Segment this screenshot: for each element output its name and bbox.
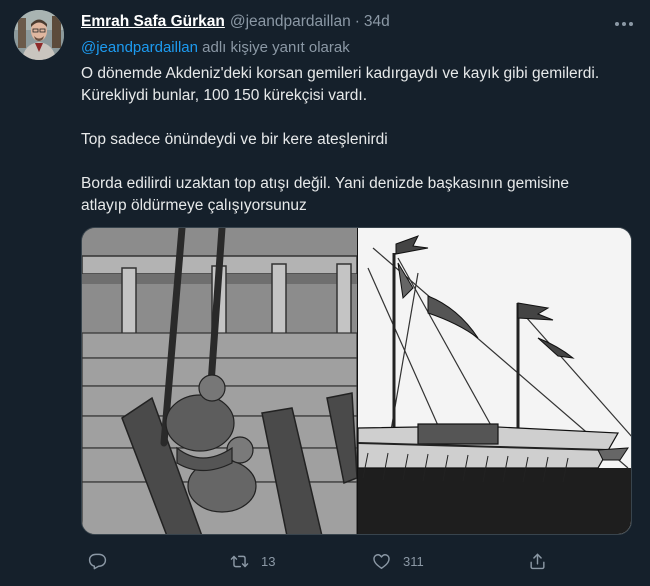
galley-rowers-image[interactable] [82,228,358,534]
more-dot-icon [615,22,619,26]
tweet-text-line: O dönemde Akdeniz'deki korsan gemileri k… [81,65,600,82]
tweet-text-line: Top sadece önündeydi ve bir kere ateşlen… [81,131,388,148]
tweet-header: Emrah Safa Gürkan @jeandpardaillan · 34d [81,13,390,33]
avatar[interactable] [14,10,64,60]
more-options-button[interactable] [612,14,636,34]
tweet-card[interactable]: Emrah Safa Gürkan @jeandpardaillan · 34d… [0,0,650,586]
author-handle[interactable]: @jeandpardaillan [230,13,351,31]
retweet-count: 13 [261,554,276,569]
reply-context-label: adlı kişiye yanıt olarak [202,39,350,56]
heart-icon [373,554,390,569]
galley-ship-image[interactable] [357,228,631,534]
galley-rowers-illustration-icon [82,228,358,534]
header-separator: · [354,13,360,30]
retweet-button[interactable]: 13 [230,552,275,571]
author-name[interactable]: Emrah Safa Gürkan [81,13,225,31]
share-button[interactable] [528,552,547,571]
like-button[interactable]: 311 [372,552,424,571]
tweet-timestamp[interactable]: 34d [364,13,390,31]
reply-button[interactable] [88,552,119,571]
tweet-text-line: atlayıp öldürmeye çalışıyorsunuz [81,197,307,214]
reply-mention-link[interactable]: @jeandpardaillan [81,39,198,56]
more-dot-icon [622,22,626,26]
tweet-text-line: Kürekliydi bunlar, 100 150 kürekçisi var… [81,87,368,104]
galley-ship-illustration-icon [357,228,631,534]
tweet-text-line: Borda edilirdi uzaktan top atışı değil. … [81,175,569,192]
user-avatar-icon [14,10,64,60]
like-count: 311 [403,554,424,569]
tweet-actions: 13 311 [0,548,650,578]
reply-context: @jeandpardaillan adlı kişiye yanıt olara… [81,39,350,56]
retweet-icon [230,555,249,568]
tweet-text: O dönemde Akdeniz'deki korsan gemileri k… [81,63,636,217]
more-dot-icon [629,22,633,26]
reply-icon [88,553,107,570]
share-icon [530,553,545,570]
tweet-media[interactable] [81,227,632,535]
